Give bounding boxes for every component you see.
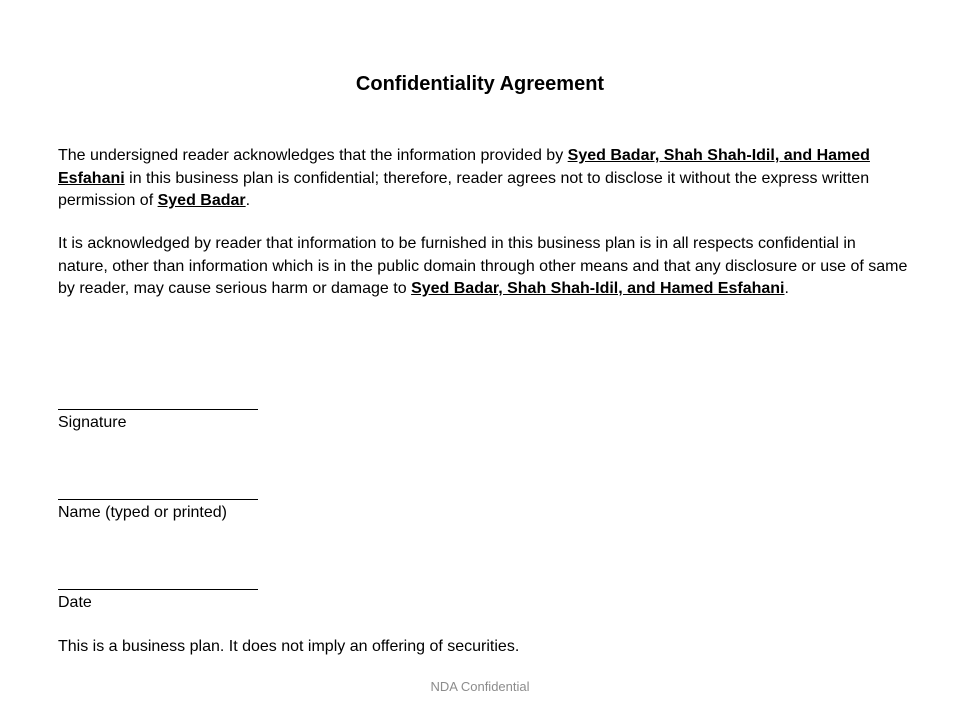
date-label: Date bbox=[58, 594, 92, 611]
date-field: Date bbox=[58, 589, 458, 613]
permission-party: Syed Badar bbox=[157, 192, 246, 209]
name-line[interactable] bbox=[58, 499, 258, 500]
signature-field: Signature bbox=[58, 409, 458, 433]
harm-paragraph: It is acknowledged by reader that inform… bbox=[58, 233, 910, 301]
page-footer: NDA Confidential bbox=[430, 679, 530, 694]
date-line[interactable] bbox=[58, 589, 258, 590]
securities-disclaimer: This is a business plan. It does not imp… bbox=[58, 638, 520, 655]
paragraph-text: . bbox=[784, 280, 789, 297]
signature-line[interactable] bbox=[58, 409, 258, 410]
name-field: Name (typed or printed) bbox=[58, 499, 458, 523]
document-title: Confidentiality Agreement bbox=[355, 73, 605, 95]
signature-label: Signature bbox=[58, 414, 127, 431]
name-label: Name (typed or printed) bbox=[58, 504, 227, 521]
paragraph-text: The undersigned reader acknowledges that… bbox=[58, 147, 568, 164]
paragraph-text: . bbox=[245, 192, 251, 209]
disclosing-parties: Syed Badar, Shah Shah-Idil, and Hamed Es… bbox=[411, 280, 785, 297]
document-page: Confidentiality Agreement The undersigne… bbox=[0, 0, 960, 720]
acknowledgement-paragraph: The undersigned reader acknowledges that… bbox=[58, 145, 910, 213]
